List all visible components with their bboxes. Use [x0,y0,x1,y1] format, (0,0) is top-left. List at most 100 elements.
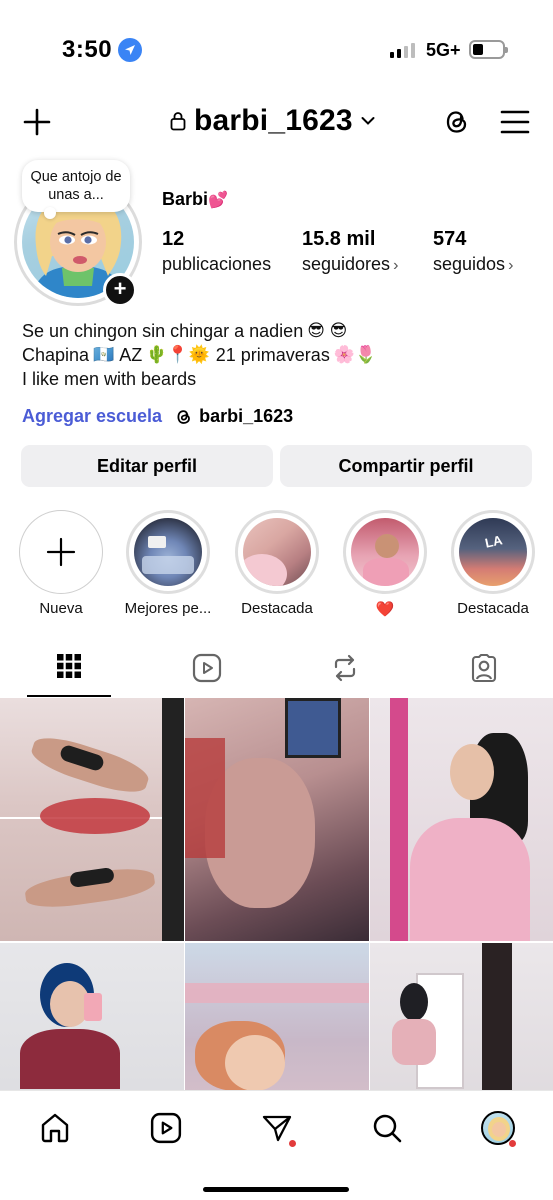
highlight-label: Nueva [39,600,83,617]
highlight-heart[interactable]: ❤️ [338,510,432,618]
plus-icon [46,537,76,567]
threads-icon[interactable] [441,106,473,138]
highlight-cover [351,518,419,586]
display-name-text: Barbi [162,189,209,209]
post-thumbnail[interactable] [370,698,553,941]
highlight-ring [126,510,210,594]
chevron-down-icon [361,117,375,125]
stat-posts[interactable]: 12 publicaciones [162,226,271,276]
highlight-new[interactable]: Nueva [14,510,108,617]
highlight-cover: LA [459,518,527,586]
bio-line-1: Se un chingon sin chingar a nadien 😎 😎 [22,319,376,343]
highlight-mejores[interactable]: Mejores pe... [121,510,215,617]
notification-dot [289,1140,296,1147]
highlight-ring [235,510,319,594]
lock-icon [170,112,186,131]
tab-grid[interactable] [29,646,109,698]
notification-dot [509,1140,516,1147]
stat-following-label: seguidos [433,254,506,274]
battery-level [473,44,483,55]
profile-links: Agregar escuela barbi_1623 [22,406,293,427]
share-profile-button[interactable]: Compartir perfil [280,445,532,487]
posts-grid [0,698,553,1186]
highlight-label: Destacada [457,600,529,617]
bio-text-3: I like men with beards [22,369,197,389]
nav-messages[interactable] [257,1108,297,1148]
chevron-right-icon: › [508,257,514,274]
profile-note-bubble[interactable]: Que antojo de unas a... [22,160,130,219]
chevron-right-icon: › [393,257,399,274]
tagged-user-icon [471,653,497,683]
stat-followers[interactable]: 15.8 mil seguidores › [302,226,398,278]
bio-text-2a: Chapina [22,345,90,365]
bio-text-2b: AZ [119,345,143,365]
note-text: Que antojo de unas a... [30,169,122,203]
bio-line-2: Chapina 🇬🇹 AZ 🌵📍🌞 21 primaveras 🌸🌷 [22,343,376,367]
highlight-overlay-text: LA [483,532,504,551]
time-text: 3:50 [62,36,113,63]
highlight-destacada-1[interactable]: Destacada [230,510,324,617]
create-plus-icon[interactable] [22,107,52,137]
threads-username: barbi_1623 [199,406,294,426]
highlight-destacada-2[interactable]: LA Destacada [446,510,540,617]
display-name: Barbi 💕 [162,189,228,210]
repost-icon [334,654,356,682]
stat-followers-value: 15.8 mil [302,228,376,250]
bio-text-2c: 21 primaveras [215,345,330,365]
active-tab-indicator [27,695,111,697]
reels-icon [150,1112,182,1144]
display-name-emoji: 💕 [208,191,228,209]
add-school-link[interactable]: Agregar escuela [22,406,162,427]
profile-bio: Se un chingon sin chingar a nadien 😎 😎 C… [22,319,376,391]
tab-reels[interactable] [167,646,247,698]
stat-posts-label: publicaciones [162,254,272,274]
bio-emoji-2b: 🌸🌷 [333,345,377,364]
post-thumbnail[interactable] [185,698,369,941]
direct-message-icon [262,1115,292,1142]
stat-following[interactable]: 574 seguidos › [433,226,513,278]
add-story-plus-icon[interactable]: + [103,273,137,307]
nav-reels[interactable] [146,1108,186,1148]
stat-followers-label: seguidores [302,254,391,274]
bio-text-1: Se un chingon sin chingar a nadien [22,321,304,341]
bottom-tab-bar [0,1090,553,1200]
clock: 3:50 [62,36,143,64]
account-switcher[interactable]: barbi_1623 [170,104,375,138]
status-bar: 3:50 5G+ [0,0,553,100]
bio-emoji-2a: 🌵📍🌞 [146,345,210,364]
stat-posts-value: 12 [162,228,185,250]
highlight-label: Mejores pe... [124,600,212,617]
highlight-ring [343,510,427,594]
search-icon [373,1114,402,1143]
bio-emoji-1: 😎 😎 [307,321,348,340]
tab-reposts[interactable] [305,646,385,698]
location-arrow-icon [118,38,143,62]
stat-following-value: 574 [433,228,467,250]
edit-profile-button[interactable]: Editar perfil [21,445,273,487]
header-username: barbi_1623 [194,104,353,137]
highlight-ring: LA [451,510,535,594]
highlight-new-circle [19,510,103,594]
profile-header: barbi_1623 [0,100,553,146]
battery-icon [469,40,508,59]
threads-icon [177,409,190,424]
cellular-signal-icon [390,42,415,58]
home-indicator [203,1187,349,1192]
profile-tabs [0,646,553,698]
reels-icon [192,653,222,683]
nav-home[interactable] [35,1108,75,1148]
highlight-cover [134,518,202,586]
post-thumbnail[interactable] [0,698,184,941]
nav-profile[interactable] [478,1108,518,1148]
bio-line-3: I like men with beards [22,367,376,391]
highlight-label: ❤️ [375,601,395,618]
nav-search[interactable] [367,1108,407,1148]
highlight-label: Destacada [241,600,313,617]
grid-icon [57,654,81,678]
highlight-cover [243,518,311,586]
threads-profile-link[interactable]: barbi_1623 [174,406,293,427]
menu-icon[interactable] [500,109,530,135]
guatemala-flag-emoji: 🇬🇹 [93,345,115,364]
network-type: 5G+ [426,40,461,60]
tab-tagged[interactable] [444,646,524,698]
